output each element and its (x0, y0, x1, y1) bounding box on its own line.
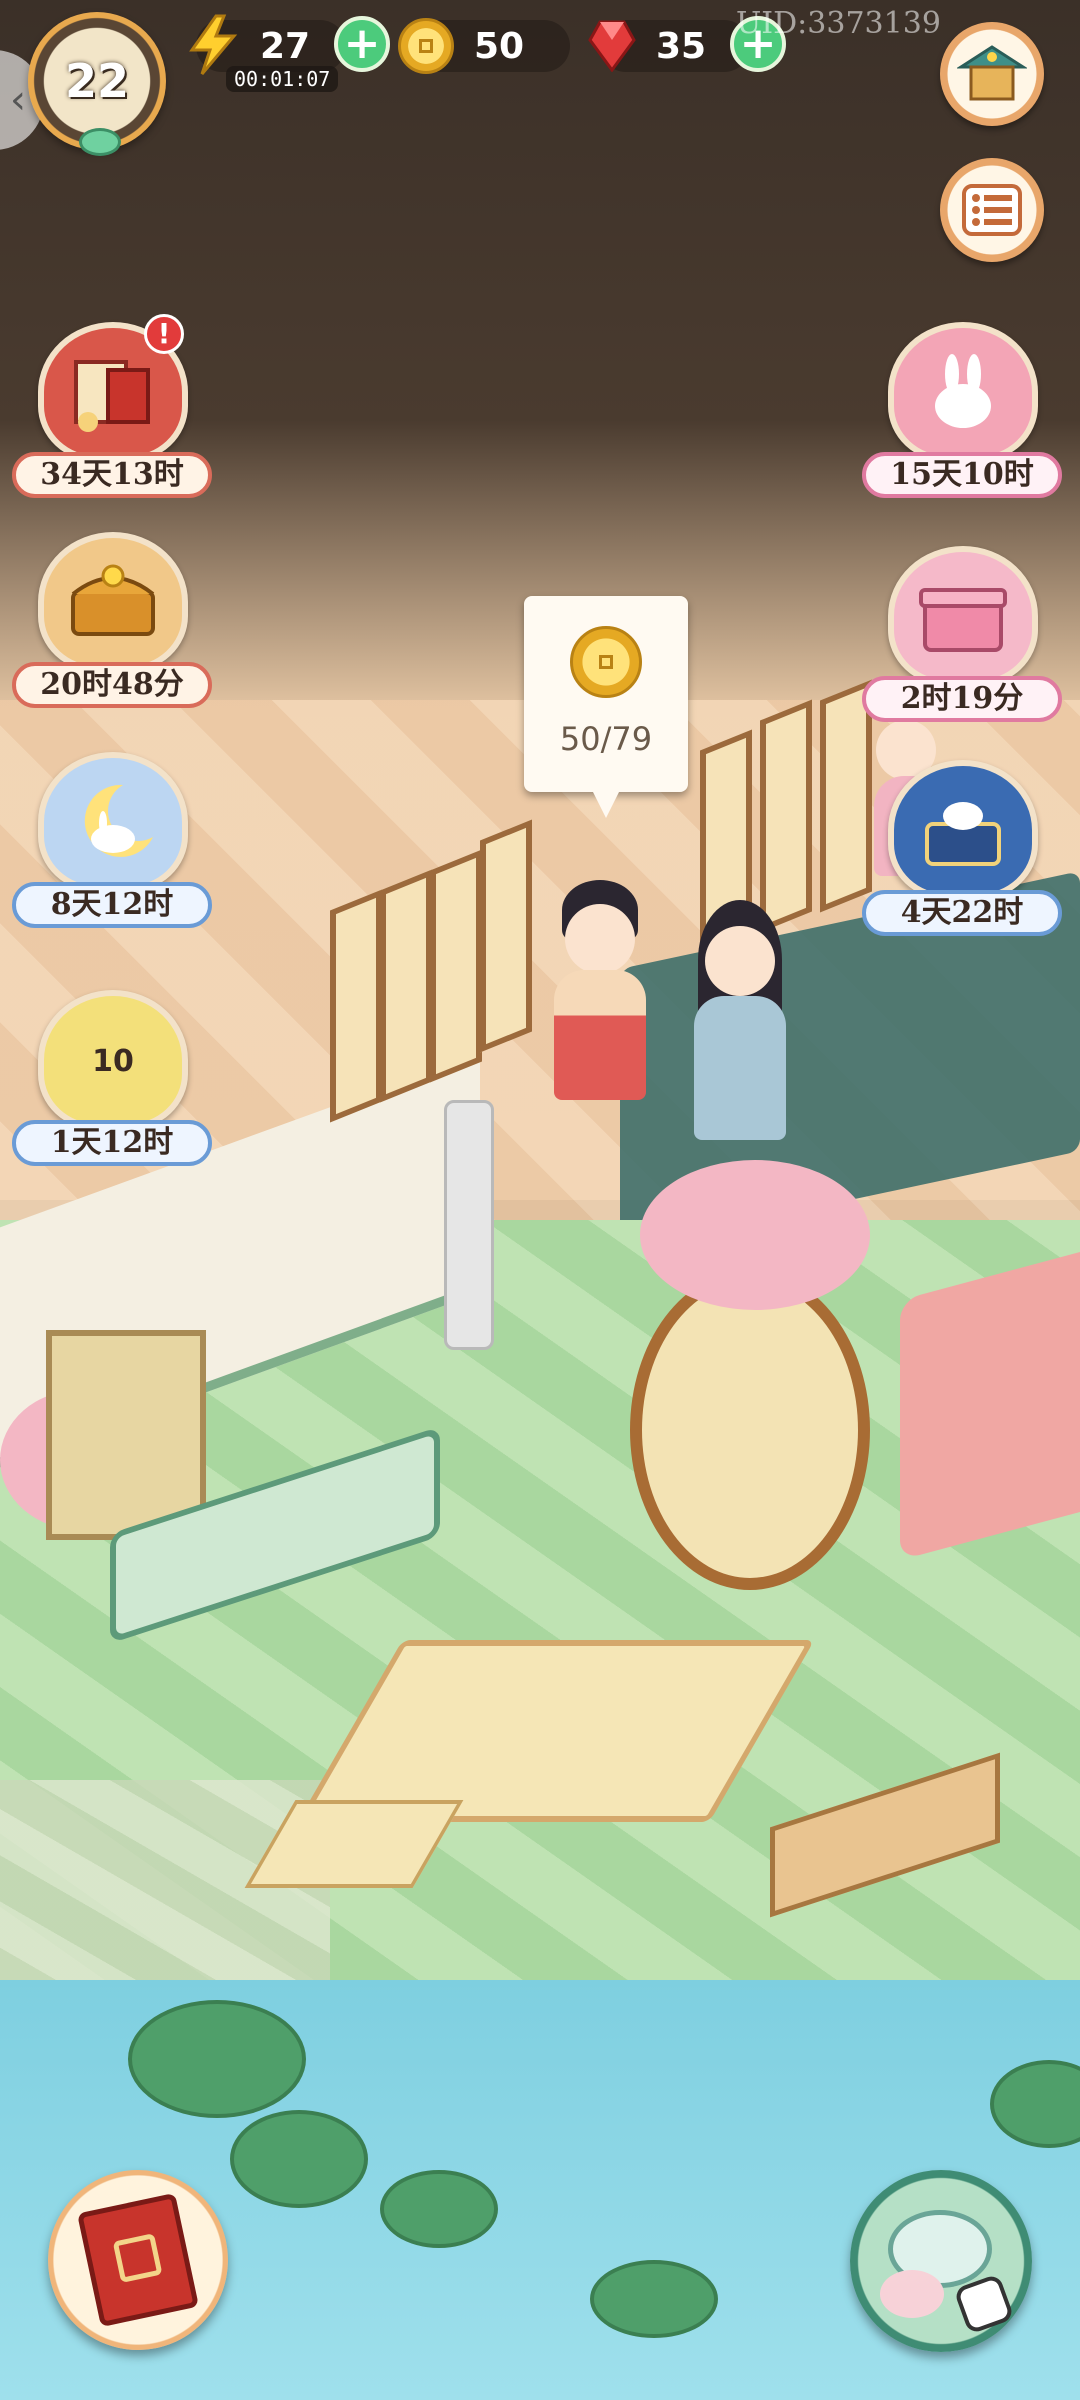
list-menu-icon (962, 184, 1022, 236)
pink-gift-box-icon (919, 588, 1007, 652)
player-level: 22 (64, 54, 129, 108)
face (565, 904, 635, 974)
moon-rabbit-icon (84, 784, 153, 857)
pavilion-shop-icon (957, 45, 1027, 101)
add-energy-button[interactable]: + (334, 16, 390, 72)
face (705, 926, 775, 996)
player-level-badge[interactable]: 22 (28, 12, 166, 156)
lily-pad (128, 2000, 306, 2118)
rabbit-flower-icon (935, 354, 991, 428)
event-art (38, 752, 188, 892)
lily-pad (380, 2170, 498, 2248)
bunny-icon (880, 2270, 944, 2318)
display-cabinet[interactable] (46, 1330, 206, 1540)
folding-screen[interactable] (760, 699, 812, 933)
teahouse-button[interactable] (850, 2170, 1032, 2352)
rabbit-chest-icon (925, 802, 1001, 866)
shop-button[interactable] (940, 22, 1044, 126)
coin-progress-tooltip[interactable]: 50/79 (524, 596, 688, 818)
storybook-icon (77, 2192, 199, 2328)
treasure-chest-icon (71, 564, 155, 636)
blossom-tree[interactable] (640, 1160, 870, 1310)
energy-value: 27 (260, 26, 311, 67)
storybook-button[interactable] (48, 2170, 228, 2350)
event-art (38, 532, 188, 672)
event-art (888, 322, 1038, 462)
event-treasure-chest[interactable]: 20时48分 (12, 532, 212, 722)
scroll-gift-icon (74, 360, 150, 432)
coin-value: 50 (474, 26, 525, 67)
event-rabbit-chest[interactable]: 4天22时 (862, 760, 1062, 950)
robe (694, 996, 786, 1140)
event-art: 10 (38, 990, 188, 1130)
energy-timer: 00:01:07 (226, 66, 339, 92)
event-rabbit-flower[interactable]: 15天10时 (862, 322, 1062, 512)
event-countdown: 34天13时 (12, 452, 212, 498)
lily-pad (230, 2110, 368, 2208)
event-countdown: 8天12时 (12, 882, 212, 928)
event-countdown: 15天10时 (862, 452, 1062, 498)
event-art (888, 760, 1038, 900)
folding-screen[interactable] (330, 889, 382, 1123)
coin-progress-text: 50/79 (559, 720, 653, 758)
jade-ornament-icon (79, 128, 121, 156)
event-lantern-badge[interactable]: 10 1天12时 (12, 990, 212, 1180)
user-id: UID:3373139 (736, 6, 941, 41)
event-countdown: 2时19分 (862, 676, 1062, 722)
gem-value: 35 (656, 26, 707, 67)
event-moon-rabbit[interactable]: 8天12时 (12, 752, 212, 942)
stone-pillar (444, 1100, 494, 1350)
character-scholar-blue[interactable] (680, 900, 800, 1140)
crane-round-screen[interactable] (630, 1270, 870, 1590)
event-countdown: 20时48分 (12, 662, 212, 708)
folding-screen[interactable] (380, 869, 432, 1103)
alert-badge: ! (144, 314, 184, 354)
event-countdown: 1天12时 (12, 1120, 212, 1166)
gold-coin-icon (570, 626, 642, 698)
red-gem-icon (588, 20, 636, 72)
event-countdown: 4天22时 (862, 890, 1062, 936)
folding-screen[interactable] (430, 849, 482, 1083)
event-scroll-gift[interactable]: ! 34天13时 (12, 314, 212, 512)
event-pink-gift-box[interactable]: 2时19分 (862, 546, 1062, 736)
menu-list-button[interactable] (940, 158, 1044, 262)
event-art (888, 546, 1038, 686)
event-badge-count: 10 (92, 1044, 134, 1079)
character-lady-red[interactable] (540, 880, 660, 1100)
folding-screen[interactable] (480, 819, 532, 1053)
lily-pad (590, 2260, 718, 2338)
gold-coin-icon (398, 18, 454, 74)
dress (554, 970, 646, 1100)
game-screen: ‹ 22 27 00:01:07 + 50 35 + UID:3373139 !… (0, 0, 1080, 2400)
